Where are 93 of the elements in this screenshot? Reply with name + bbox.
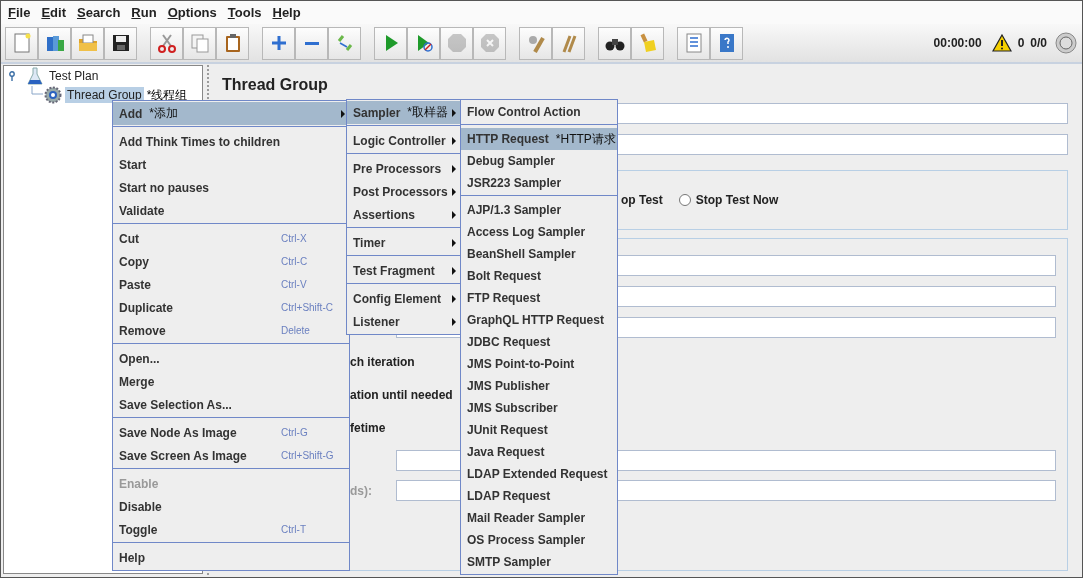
- annotation: *添加: [149, 105, 178, 122]
- menu-item[interactable]: Remove Delete: [113, 319, 349, 342]
- menu-item[interactable]: Sampler *取样器: [347, 101, 460, 124]
- menu-item[interactable]: Listener: [347, 310, 460, 333]
- stop-sign-icon: [445, 32, 468, 54]
- radio-label: op Test: [621, 193, 663, 207]
- menu-item[interactable]: Debug Sampler: [461, 150, 617, 172]
- shortcut-label: Ctrl-X: [281, 233, 308, 244]
- menu-item[interactable]: LDAP Request: [461, 485, 617, 507]
- field-label: ds):: [350, 483, 373, 498]
- menu-item[interactable]: OS Process Sampler: [461, 529, 617, 551]
- menu-item[interactable]: BeanShell Sampler: [461, 243, 617, 265]
- menu-title[interactable]: Options: [165, 5, 226, 20]
- menu-item[interactable]: Start no pauses: [113, 176, 349, 199]
- menu-item[interactable]: Test Fragment: [347, 259, 460, 282]
- tree-item[interactable]: Test Plan: [47, 68, 101, 84]
- shortcut-label: Ctrl-T: [281, 524, 307, 535]
- menu-item[interactable]: Save Screen As Image Ctrl+Shift-G: [113, 444, 349, 467]
- shortcut-label: Ctrl-G: [281, 427, 309, 438]
- shortcut-label: Ctrl-V: [281, 279, 308, 290]
- menu-title[interactable]: Help: [270, 5, 310, 20]
- menu-item[interactable]: Help: [113, 546, 349, 569]
- menu-item[interactable]: Assertions: [347, 203, 460, 226]
- menu-item[interactable]: JUnit Request: [461, 419, 617, 441]
- menu-item[interactable]: Toggle Ctrl-T: [113, 518, 349, 541]
- menu-title[interactable]: Search: [75, 5, 130, 20]
- menu-title[interactable]: File: [6, 5, 40, 20]
- radio-button[interactable]: Stop Test Now: [678, 193, 779, 207]
- menu-item[interactable]: Logic Controller: [347, 129, 460, 152]
- tree-connector-line: [31, 86, 43, 98]
- menu-item[interactable]: AJP/1.3 Sampler: [461, 199, 617, 221]
- menu-item[interactable]: Add *添加: [113, 102, 349, 125]
- menu-item[interactable]: Bolt Request: [461, 265, 617, 287]
- gear-icon: [44, 86, 62, 104]
- annotation: *HTTP请求: [555, 130, 616, 148]
- menu-item[interactable]: Save Node As Image Ctrl-G: [113, 421, 349, 444]
- menu-item[interactable]: JMS Subscriber: [461, 397, 617, 419]
- flask-icon: [27, 67, 43, 85]
- menu-item[interactable]: Merge: [113, 370, 349, 393]
- expand-handle-icon[interactable]: [8, 71, 18, 81]
- menu-title[interactable]: Edit: [39, 5, 75, 20]
- toolbar-button[interactable]: [104, 26, 137, 60]
- scissors-icon: [155, 32, 178, 54]
- menu-item[interactable]: FTP Request: [461, 287, 617, 309]
- panel-title: Thread Group: [222, 76, 329, 95]
- menu-item[interactable]: GraphQL HTTP Request: [461, 309, 617, 331]
- octagon-x-icon: [478, 32, 501, 54]
- menu-item[interactable]: JMS Point-to-Point: [461, 353, 617, 375]
- folder-icon: [76, 32, 99, 54]
- menu-item[interactable]: Pre Processors: [347, 157, 460, 180]
- menu-item[interactable]: Copy Ctrl-C: [113, 250, 349, 273]
- menu-title[interactable]: Run: [129, 5, 166, 20]
- annotation: *取样器: [407, 104, 449, 121]
- menu-item[interactable]: Open...: [113, 347, 349, 370]
- menu-item[interactable]: Start: [113, 153, 349, 176]
- shortcut-label: Ctrl-C: [281, 256, 309, 267]
- annotation: *线程组: [146, 86, 188, 104]
- menu-item[interactable]: Cut Ctrl-X: [113, 227, 349, 250]
- menu-item[interactable]: Timer: [347, 231, 460, 254]
- menu-item[interactable]: LDAP Extended Request: [461, 463, 617, 485]
- menu-item[interactable]: Access Log Sampler: [461, 221, 617, 243]
- menu-item[interactable]: Flow Control Action: [461, 101, 617, 123]
- menu-item[interactable]: Paste Ctrl-V: [113, 273, 349, 296]
- menu-item[interactable]: JMS Publisher: [461, 375, 617, 397]
- option-label: ch iteration: [350, 355, 415, 371]
- warning-count: 0: [1017, 36, 1025, 50]
- option-label: ation until needed: [350, 388, 453, 404]
- menu-item[interactable]: HTTP Request *HTTP请求: [461, 128, 617, 150]
- tree-item[interactable]: Thread Group: [65, 87, 144, 103]
- shortcut-label: Delete: [281, 325, 311, 336]
- menu-item[interactable]: Duplicate Ctrl+Shift-C: [113, 296, 349, 319]
- menu-item[interactable]: Config Element: [347, 287, 460, 310]
- menu-item[interactable]: Post Processors: [347, 180, 460, 203]
- menu-item[interactable]: SMTP Sampler: [461, 551, 617, 573]
- toolbar-button[interactable]: [598, 26, 631, 60]
- menu-title[interactable]: Tools: [225, 5, 271, 20]
- warning-icon: [991, 34, 1012, 52]
- shortcut-label: Ctrl+Shift-C: [281, 302, 334, 313]
- menu-item[interactable]: Java Request: [461, 441, 617, 463]
- copy-icon: [188, 32, 211, 54]
- minus-icon: [304, 41, 319, 45]
- shortcut-label: Ctrl+Shift-G: [281, 450, 335, 461]
- menu-item[interactable]: Disable: [113, 495, 349, 518]
- menu-item[interactable]: Validate: [113, 199, 349, 222]
- menu-item[interactable]: Mail Reader Sampler: [461, 507, 617, 529]
- elapsed-time: 00:00:00: [933, 36, 982, 50]
- menu-item[interactable]: Save Selection As...: [113, 393, 349, 416]
- thread-count: 0/0: [1030, 36, 1047, 50]
- menu-item[interactable]: JDBC Request: [461, 331, 617, 353]
- option-label: fetime: [350, 421, 386, 437]
- thread-status-icon: [1055, 32, 1077, 54]
- menu-item[interactable]: JSR223 Sampler: [461, 172, 617, 194]
- menu-item[interactable]: Add Think Times to children: [113, 130, 349, 153]
